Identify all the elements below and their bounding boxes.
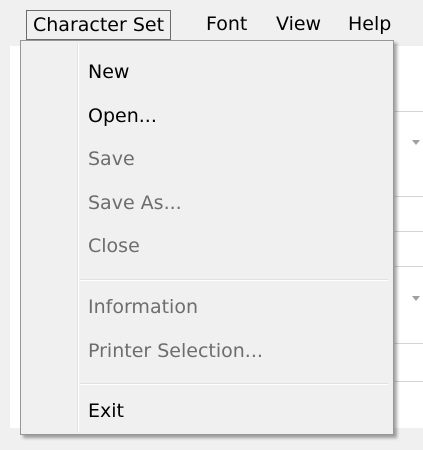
menu-character-set[interactable]: Character Set — [26, 10, 172, 40]
menu-separator — [80, 383, 388, 385]
menu-item-save: Save — [88, 148, 135, 170]
menu-item-open[interactable]: Open... — [88, 101, 157, 131]
menu-separator — [80, 279, 388, 281]
left-panel-strip — [0, 46, 10, 450]
background-row-line — [395, 343, 423, 344]
background-row-line — [395, 111, 423, 112]
character-set-dropdown-menu: New Open... Save Save As... Close Inform… — [20, 40, 394, 435]
menu-item-printer-selection: Printer Selection... — [88, 340, 263, 362]
menu-item-close: Close — [88, 235, 140, 257]
dropdown-arrow-icon[interactable] — [412, 140, 420, 145]
background-row-line — [395, 381, 423, 382]
background-row-line — [395, 266, 423, 267]
background-row-line — [395, 231, 423, 232]
menu-font[interactable]: Font — [206, 10, 247, 40]
dropdown-arrow-icon[interactable] — [412, 296, 420, 301]
menu-item-new[interactable]: New — [88, 57, 129, 87]
app-window: Character Set Font View Help New Open...… — [0, 0, 423, 450]
menu-item-save-as: Save As... — [88, 192, 182, 214]
menu-icon-gutter — [77, 43, 79, 432]
background-row-line — [395, 196, 423, 197]
menu-help[interactable]: Help — [348, 10, 391, 40]
menu-item-exit[interactable]: Exit — [88, 396, 124, 426]
menu-view[interactable]: View — [276, 10, 321, 40]
menu-item-information: Information — [88, 296, 198, 318]
